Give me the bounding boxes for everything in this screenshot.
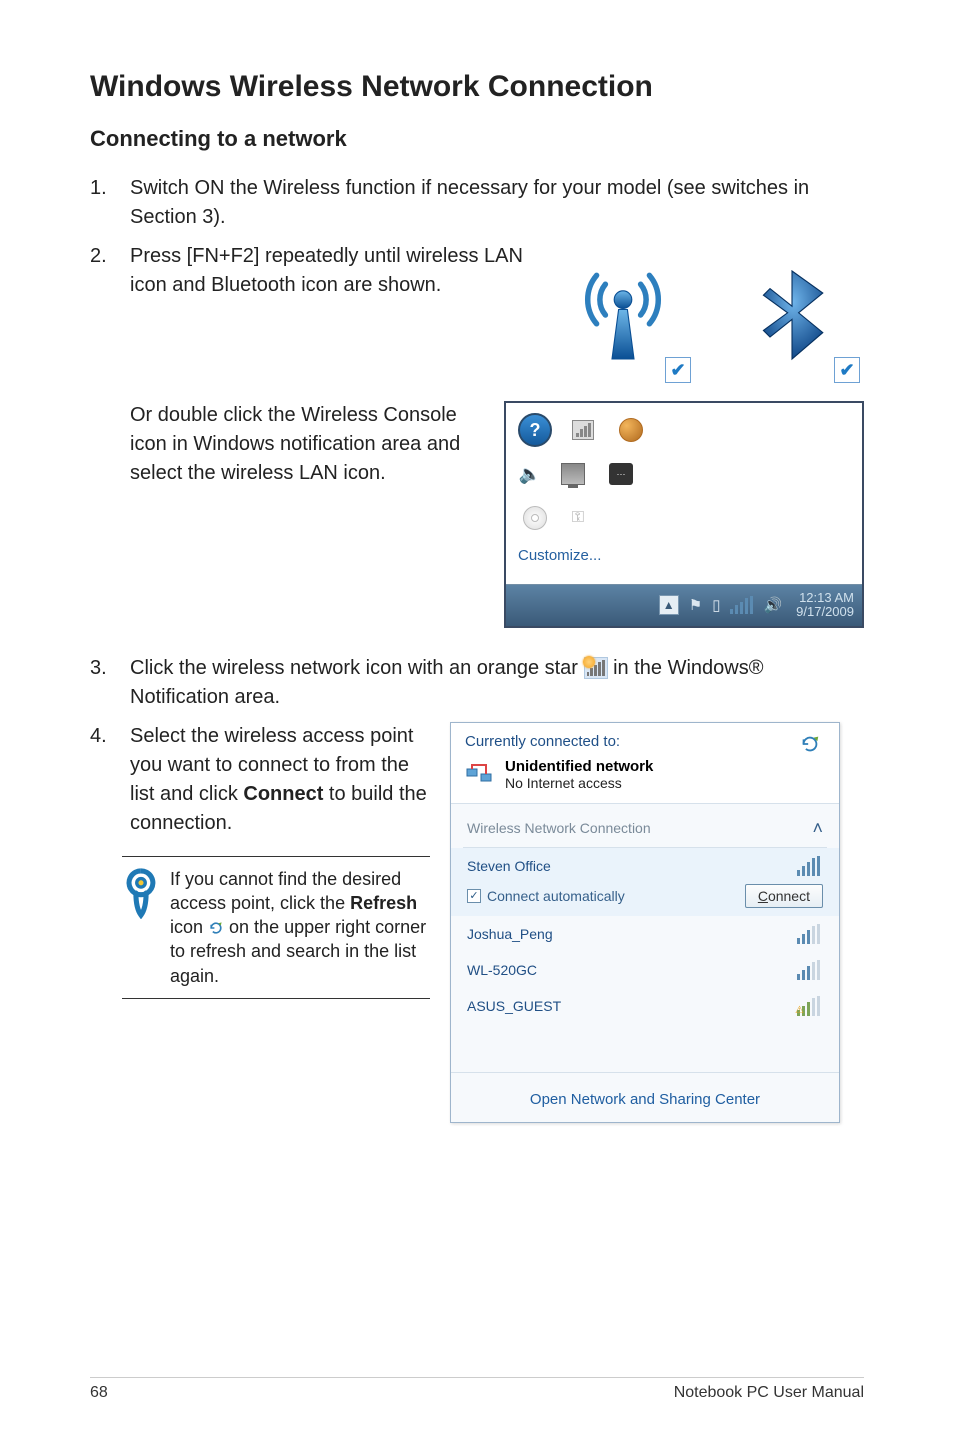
currently-connected-label: Currently connected to: [465, 733, 667, 750]
customize-link[interactable]: Customize... [518, 545, 850, 574]
signal-icon [797, 924, 823, 944]
tip-icon [124, 867, 158, 924]
signal-warning-icon [797, 996, 823, 1016]
notification-tray-screenshot: ? 🔈 ··· ⚿ Customiz [504, 401, 864, 628]
display-icon [556, 457, 590, 491]
signal-icon [797, 960, 823, 980]
page-title: Windows Wireless Network Connection [90, 70, 864, 104]
page-number: 68 [90, 1384, 108, 1402]
step3-text: Click the wireless network icon with an … [130, 654, 864, 712]
step4-number: 4. [90, 722, 130, 838]
step1-number: 1. [90, 174, 130, 232]
tray-date: 9/17/2009 [796, 605, 854, 619]
no-internet-access-label: No Internet access [505, 775, 653, 791]
open-network-sharing-link[interactable]: Open Network and Sharing Center [530, 1091, 760, 1108]
flag-icon: ⚑ [689, 596, 702, 614]
step2-or-text: Or double click the Wireless Console ico… [90, 401, 504, 488]
unidentified-network-title: Unidentified network [505, 758, 653, 775]
wireless-console-icon [614, 413, 648, 447]
page-subtitle: Connecting to a network [90, 126, 864, 152]
step4-text: Select the wireless access point you wan… [130, 722, 430, 838]
disc-icon [518, 501, 552, 535]
show-hidden-icons-button[interactable]: ▲ [659, 595, 679, 615]
sound-icon: 🔈 [518, 463, 542, 485]
collapse-section-icon[interactable]: ˄ [812, 818, 823, 839]
wireless-section-header: Wireless Network Connection [467, 820, 651, 836]
wifi-item-label: Steven Office [467, 858, 551, 874]
signal-icon [797, 856, 823, 876]
connect-button-label: onnect [768, 888, 810, 904]
step1-text: Switch ON the Wireless function if neces… [130, 174, 864, 232]
help-icon: ? [518, 413, 552, 447]
tip-text: If you cannot find the desired access po… [170, 867, 428, 988]
wireless-lan-icon: ✔ [550, 242, 695, 387]
refresh-icon [208, 920, 224, 936]
wifi-item[interactable]: WL-520GC [451, 952, 839, 988]
connect-button[interactable]: Connect [745, 884, 823, 908]
connect-automatically-checkbox[interactable]: ✓ Connect automatically [467, 888, 625, 904]
key-icon: ⚿ [566, 507, 590, 529]
bluetooth-icon: ✔ [719, 242, 864, 387]
battery-icon: ▯ [712, 596, 720, 614]
wifi-item-selected[interactable]: Steven Office ✓ Connect automatically Co… [451, 848, 839, 916]
antenna-icon [566, 413, 600, 447]
tip-callout: If you cannot find the desired access po… [122, 856, 430, 999]
wifi-item[interactable]: ASUS_GUEST [451, 988, 839, 1024]
network-tray-icon [730, 596, 753, 614]
step2-number: 2. [90, 242, 130, 300]
chat-icon: ··· [604, 457, 638, 491]
taskbar: ▲ ⚑ ▯ 🔊 12:13 AM 9/17/2009 [506, 584, 862, 626]
step3-number: 3. [90, 654, 130, 712]
refresh-button[interactable] [795, 733, 825, 755]
wifi-item-label: WL-520GC [467, 962, 537, 978]
wireless-network-star-icon [584, 657, 608, 679]
tray-time: 12:13 AM [796, 591, 854, 605]
wifi-item-label: ASUS_GUEST [467, 998, 561, 1014]
unidentified-network-icon [465, 760, 495, 788]
manual-label: Notebook PC User Manual [674, 1384, 864, 1402]
wifi-item-label: Joshua_Peng [467, 926, 553, 942]
step2-text: Press [FN+F2] repeatedly until wireless … [130, 242, 534, 300]
wifi-item[interactable]: Joshua_Peng [451, 916, 839, 952]
checkmark-icon: ✔ [665, 357, 691, 383]
volume-icon: 🔊 [763, 596, 782, 614]
checkmark-icon: ✔ [834, 357, 860, 383]
wifi-networks-popup: Currently connected to: Unidentifie [450, 722, 840, 1123]
